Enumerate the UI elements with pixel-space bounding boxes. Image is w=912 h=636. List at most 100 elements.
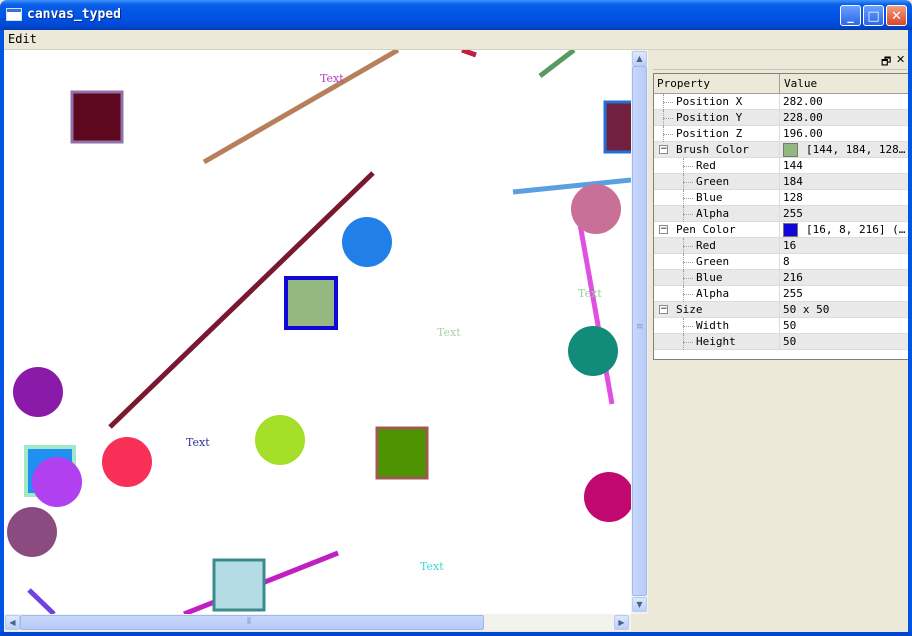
canvas-horizontal-scrollbar[interactable]: ◀ ⦀ ▶: [4, 614, 631, 631]
canvas-rect[interactable]: [70, 90, 124, 144]
drawing-canvas[interactable]: Text Text Text Text Text: [4, 50, 631, 614]
grip-icon: ≡: [636, 322, 644, 332]
column-divider[interactable]: [779, 74, 780, 93]
property-value[interactable]: 50: [783, 319, 796, 332]
property-value[interactable]: 128: [783, 191, 803, 204]
column-divider: [779, 110, 780, 126]
property-value[interactable]: 282.00: [783, 95, 823, 108]
minimize-button[interactable]: _: [840, 5, 861, 26]
canvas-line[interactable]: [512, 177, 631, 195]
canvas-vertical-scrollbar[interactable]: ▲ ≡ ▼: [631, 50, 648, 614]
property-value[interactable]: 228.00: [783, 111, 823, 124]
property-value[interactable]: 50: [783, 335, 796, 348]
color-swatch[interactable]: [783, 143, 798, 157]
property-row[interactable]: Height 50: [654, 334, 908, 350]
property-row[interactable]: Red 144: [654, 158, 908, 174]
property-row[interactable]: − Size 50 x 50: [654, 302, 908, 318]
maximize-button[interactable]: □: [863, 5, 884, 26]
tree-connector: [683, 318, 684, 334]
property-row[interactable]: Red 16: [654, 238, 908, 254]
property-value[interactable]: 184: [783, 175, 803, 188]
close-button[interactable]: ✕: [886, 5, 907, 26]
property-row[interactable]: Position Y 228.00: [654, 110, 908, 126]
property-row[interactable]: Blue 128: [654, 190, 908, 206]
canvas-line[interactable]: [461, 50, 477, 58]
property-grid[interactable]: Property Value Position X 282.00 Position …: [653, 73, 909, 360]
dock-title-bar[interactable]: 🗗 ✕: [653, 52, 907, 70]
property-row[interactable]: − Pen Color [16, 8, 216] (…: [654, 222, 908, 238]
canvas-rect[interactable]: [212, 558, 266, 612]
column-divider: [779, 94, 780, 110]
property-name: Width: [696, 319, 730, 332]
property-row[interactable]: Position X 282.00: [654, 94, 908, 110]
canvas-circle[interactable]: [32, 457, 82, 507]
canvas-circle[interactable]: [568, 326, 618, 376]
canvas-line[interactable]: [538, 50, 576, 78]
horizontal-scroll-thumb[interactable]: ⦀: [20, 615, 484, 630]
canvas-circle[interactable]: [584, 472, 631, 522]
canvas-circle[interactable]: [571, 184, 621, 234]
close-dock-icon[interactable]: ✕: [896, 53, 905, 66]
canvas-line[interactable]: [27, 588, 56, 614]
tree-connector: [683, 246, 693, 247]
property-value[interactable]: [144, 184, 128…: [806, 143, 905, 156]
canvas-rect[interactable]: [603, 100, 631, 154]
collapse-icon[interactable]: −: [659, 145, 668, 154]
property-value[interactable]: 196.00: [783, 127, 823, 140]
canvas-text[interactable]: Text: [320, 72, 344, 85]
property-value[interactable]: 16: [783, 239, 796, 252]
property-value[interactable]: 216: [783, 271, 803, 284]
tree-connector: [683, 278, 693, 279]
property-value[interactable]: 8: [783, 255, 790, 268]
menu-bar: Edit: [0, 30, 912, 50]
title-bar[interactable]: canvas_typed _ □ ✕: [0, 0, 912, 30]
property-row[interactable]: Green 8: [654, 254, 908, 270]
property-row[interactable]: Alpha 255: [654, 286, 908, 302]
canvas-circle[interactable]: [7, 507, 57, 557]
tree-connector: [683, 206, 684, 222]
tree-connector: [683, 334, 684, 350]
canvas-text[interactable]: Text: [420, 560, 444, 573]
property-row[interactable]: Blue 216: [654, 270, 908, 286]
canvas-text[interactable]: Text: [186, 436, 210, 449]
property-value[interactable]: 144: [783, 159, 803, 172]
collapse-icon[interactable]: −: [659, 225, 668, 234]
canvas-text[interactable]: Text: [437, 326, 461, 339]
float-dock-icon[interactable]: 🗗: [881, 53, 891, 72]
main-window: canvas_typed _ □ ✕ Edit Text Text Text T…: [0, 0, 912, 636]
property-value[interactable]: 255: [783, 287, 803, 300]
window-frame-left: [0, 30, 4, 636]
property-value[interactable]: 50 x 50: [783, 303, 829, 316]
property-row[interactable]: Width 50: [654, 318, 908, 334]
menu-edit[interactable]: Edit: [8, 32, 37, 46]
canvas-rect-selected[interactable]: [284, 276, 338, 330]
property-row[interactable]: Alpha 255: [654, 206, 908, 222]
canvas-circle[interactable]: [13, 367, 63, 417]
tree-connector: [683, 182, 693, 183]
canvas-line[interactable]: [577, 223, 615, 405]
canvas-text[interactable]: Text: [578, 287, 602, 300]
vertical-scroll-thumb[interactable]: ≡: [632, 66, 647, 596]
canvas-rect[interactable]: [375, 426, 429, 480]
column-header-property[interactable]: Property: [657, 77, 710, 90]
property-value[interactable]: [16, 8, 216] (…: [806, 223, 905, 236]
scroll-right-button[interactable]: ▶: [614, 615, 629, 630]
canvas-svg[interactable]: Text Text Text Text Text: [4, 50, 631, 614]
property-row[interactable]: Green 184: [654, 174, 908, 190]
scroll-left-button[interactable]: ◀: [5, 615, 20, 630]
scroll-up-button[interactable]: ▲: [632, 51, 647, 66]
canvas-circle[interactable]: [102, 437, 152, 487]
canvas-circle[interactable]: [342, 217, 392, 267]
color-swatch[interactable]: [783, 223, 798, 237]
column-header-value[interactable]: Value: [784, 77, 817, 90]
column-divider: [779, 206, 780, 222]
column-divider: [779, 142, 780, 158]
canvas-circle[interactable]: [255, 415, 305, 465]
scroll-down-button[interactable]: ▼: [632, 597, 647, 612]
canvas-line[interactable]: [202, 50, 400, 165]
column-divider: [779, 174, 780, 190]
property-row[interactable]: Position Z 196.00: [654, 126, 908, 142]
property-value[interactable]: 255: [783, 207, 803, 220]
property-row[interactable]: − Brush Color [144, 184, 128…: [654, 142, 908, 158]
collapse-icon[interactable]: −: [659, 305, 668, 314]
